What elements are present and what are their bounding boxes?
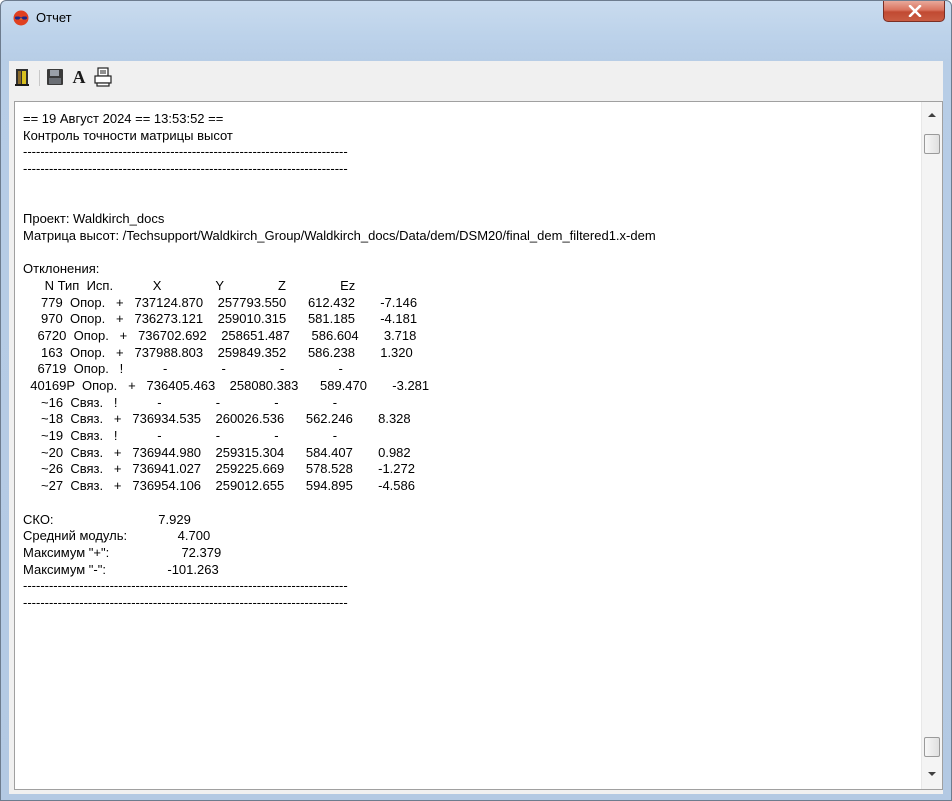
report-line: Контроль точности матрицы высот	[23, 127, 233, 143]
report-line	[23, 495, 912, 512]
report-line	[23, 194, 912, 211]
window-title: Отчет	[36, 10, 72, 25]
report-line: Матрица высот: /Techsupport/Waldkirch_Gr…	[23, 227, 656, 243]
app-icon	[13, 10, 29, 26]
report-line: ~16 Связ. ! - - - -	[23, 394, 338, 410]
font-icon[interactable]: A	[69, 67, 89, 87]
report-line: Проект: Waldkirch_docs	[23, 211, 165, 227]
report-line: Отклонения:	[23, 261, 100, 277]
title-bar[interactable]: Отчет	[1, 1, 951, 33]
scroll-thumb-top[interactable]	[924, 134, 940, 154]
close-button[interactable]	[883, 1, 945, 22]
report-line: ----------------------------------------…	[23, 161, 348, 177]
report-line: 6719 Опор. ! - - - -	[23, 361, 343, 377]
report-line: Максимум "+": 72.379	[23, 544, 222, 560]
close-icon	[908, 5, 922, 17]
report-line: N Тип Исп. X Y Z Ez	[23, 277, 356, 293]
report-line	[23, 178, 912, 195]
scroll-up-arrow-icon[interactable]	[927, 112, 937, 118]
report-line: 779 Опор. + 737124.870 257793.550 612.43…	[23, 294, 418, 310]
report-window: Отчет A == 19 Август 2024 == 13:53:52 ==…	[0, 0, 952, 801]
scroll-thumb-bottom[interactable]	[924, 737, 940, 757]
report-line: Средний модуль: 4.700	[23, 528, 211, 544]
report-line: ~19 Связ. ! - - - -	[23, 428, 338, 444]
toolbar-separator	[39, 70, 40, 86]
report-line: СКО: 7.929	[23, 511, 191, 527]
report-line: ~20 Связ. + 736944.980 259315.304 584.40…	[23, 444, 411, 460]
report-line: Максимум "-": -101.263	[23, 561, 219, 577]
report-line: ----------------------------------------…	[23, 578, 348, 594]
printer-icon[interactable]	[93, 67, 113, 87]
report-line	[23, 245, 912, 262]
report-line: ----------------------------------------…	[23, 594, 348, 610]
report-text: == 19 Август 2024 == 13:53:52 == Контроль…	[23, 111, 912, 785]
report-line: ~27 Связ. + 736954.106 259012.655 594.89…	[23, 478, 415, 494]
report-line: 970 Опор. + 736273.121 259010.315 581.18…	[23, 311, 418, 327]
report-line: == 19 Август 2024 == 13:53:52 ==	[23, 111, 224, 126]
report-text-area[interactable]: == 19 Август 2024 == 13:53:52 == Контроль…	[14, 101, 943, 790]
report-line: 163 Опор. + 737988.803 259849.352 586.23…	[23, 344, 413, 360]
report-line: 6720 Опор. + 736702.692 258651.487 586.6…	[23, 327, 417, 343]
report-line: ----------------------------------------…	[23, 144, 348, 160]
report-line: ~18 Связ. + 736934.535 260026.536 562.24…	[23, 411, 411, 427]
report-line: 40169P Опор. + 736405.463 258080.383 589…	[23, 378, 430, 393]
scroll-down-arrow-icon[interactable]	[927, 771, 937, 777]
report-line: ~26 Связ. + 736941.027 259225.669 578.52…	[23, 461, 415, 477]
vertical-scrollbar[interactable]	[921, 102, 942, 789]
floppy-icon[interactable]	[45, 67, 65, 87]
exit-icon[interactable]	[13, 67, 33, 87]
